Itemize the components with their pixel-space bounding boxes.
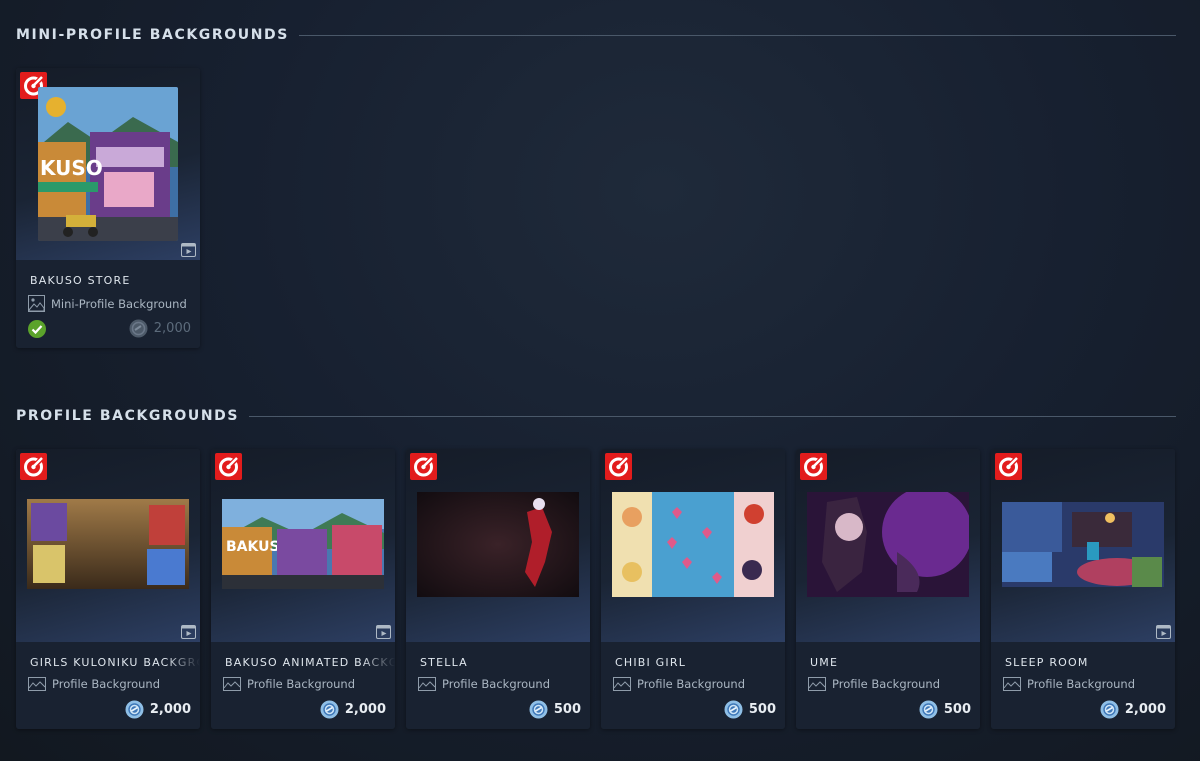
item-type-label: Profile Background <box>52 677 161 691</box>
landscape-type-icon <box>808 677 826 691</box>
steam-points-coin-icon <box>529 700 548 719</box>
section-divider <box>298 34 1176 36</box>
item-price: 500 <box>919 700 971 719</box>
item-info: GIRLS KULONIKU BACKGROUND Profile Backgro… <box>16 642 200 729</box>
item-card[interactable]: CHIBI GIRL Profile Background 500 <box>601 449 785 729</box>
item-price-value: 2,000 <box>149 702 191 717</box>
svg-text:KUSO: KUSO <box>40 156 103 180</box>
item-art <box>16 449 200 642</box>
item-type: Profile Background <box>808 677 940 691</box>
item-name: GIRLS KULONIKU BACKGROUND <box>30 656 200 669</box>
animated-video-icon <box>376 624 391 639</box>
item-art <box>796 449 980 642</box>
animated-video-icon <box>181 242 196 257</box>
item-price: 2,000 <box>125 700 191 719</box>
item-type-label: Mini-Profile Background <box>51 296 187 311</box>
animated-video-icon <box>181 624 196 639</box>
landscape-type-icon <box>223 677 241 691</box>
steam-points-coin-icon <box>724 700 743 719</box>
points-shop-badge-icon <box>410 453 437 480</box>
item-art: KUSO <box>16 68 200 260</box>
item-price: 2,000 <box>129 319 191 338</box>
image-type-icon <box>28 295 45 312</box>
item-price-value: 2,000 <box>344 702 386 717</box>
item-info: UME Profile Background 500 <box>796 642 980 729</box>
section-divider <box>249 415 1176 417</box>
item-card[interactable]: UME Profile Background 500 <box>796 449 980 729</box>
item-info: CHIBI GIRL Profile Background 500 <box>601 642 785 729</box>
item-card[interactable]: STELLA Profile Background 500 <box>406 449 590 729</box>
item-type-label: Profile Background <box>637 677 746 691</box>
section-title: MINI-PROFILE BACKGROUNDS <box>16 27 289 43</box>
landscape-type-icon <box>28 677 46 691</box>
item-thumbnail <box>807 492 969 597</box>
landscape-type-icon <box>1003 677 1021 691</box>
points-shop-badge-icon <box>800 453 827 480</box>
item-card[interactable]: SLEEP ROOM Profile Background 2,000 <box>991 449 1175 729</box>
landscape-type-icon <box>613 677 631 691</box>
item-name: BAKUSO STORE <box>30 274 131 287</box>
steam-points-coin-icon <box>320 700 339 719</box>
item-price: 500 <box>724 700 776 719</box>
item-name: BAKUSO ANIMATED BACKGROUND <box>225 656 395 669</box>
points-shop-badge-icon <box>605 453 632 480</box>
item-type: Profile Background <box>223 677 355 691</box>
item-type: Profile Background <box>28 677 160 691</box>
points-shop-badge-icon <box>215 453 242 480</box>
item-thumbnail <box>1002 502 1164 587</box>
item-art <box>601 449 785 642</box>
item-card[interactable]: BAKUSO BAKUSO ANIMATED BACKGROUND Profile … <box>211 449 395 729</box>
points-shop-badge-icon <box>995 453 1022 480</box>
item-thumbnail <box>612 492 774 597</box>
item-price: 500 <box>529 700 581 719</box>
item-thumbnail: KUSO <box>38 87 178 241</box>
item-price: 2,000 <box>1100 700 1166 719</box>
item-art: BAKUSO <box>211 449 395 642</box>
item-info: STELLA Profile Background 500 <box>406 642 590 729</box>
item-price-value: 500 <box>943 702 971 717</box>
item-price-value: 2,000 <box>1124 702 1166 717</box>
item-info: SLEEP ROOM Profile Background 2,000 <box>991 642 1175 729</box>
section-title: PROFILE BACKGROUNDS <box>16 408 240 424</box>
steam-points-coin-icon <box>125 700 144 719</box>
item-type: Profile Background <box>1003 677 1135 691</box>
item-info: BAKUSO ANIMATED BACKGROUND Profile Backgr… <box>211 642 395 729</box>
landscape-type-icon <box>418 677 436 691</box>
item-type-label: Profile Background <box>1027 677 1136 691</box>
points-shop-badge-icon <box>20 453 47 480</box>
item-thumbnail: BAKUSO <box>222 499 384 589</box>
item-price-value: 500 <box>748 702 776 717</box>
item-name: CHIBI GIRL <box>615 656 687 669</box>
item-type: Profile Background <box>613 677 745 691</box>
item-type: Profile Background <box>418 677 550 691</box>
steam-points-coin-icon <box>129 319 148 338</box>
item-name: STELLA <box>420 656 468 669</box>
item-card[interactable]: GIRLS KULONIKU BACKGROUND Profile Backgro… <box>16 449 200 729</box>
item-price: 2,000 <box>320 700 386 719</box>
steam-points-coin-icon <box>1100 700 1119 719</box>
item-art <box>991 449 1175 642</box>
item-thumbnail <box>27 499 189 589</box>
animated-video-icon <box>1156 624 1171 639</box>
item-type-label: Profile Background <box>832 677 941 691</box>
item-card-bakuso-store[interactable]: KUSO BAKUSO STORE Mini-Profile Backgroun… <box>16 68 200 348</box>
steam-points-coin-icon <box>919 700 938 719</box>
item-price-value: 2,000 <box>153 321 191 336</box>
item-name: SLEEP ROOM <box>1005 656 1089 669</box>
item-type-label: Profile Background <box>247 677 356 691</box>
section-header-mini-profile: MINI-PROFILE BACKGROUNDS <box>16 27 1176 43</box>
item-art <box>406 449 590 642</box>
item-name: UME <box>810 656 839 669</box>
item-thumbnail <box>417 492 579 597</box>
item-type-label: Profile Background <box>442 677 551 691</box>
item-price-value: 500 <box>553 702 581 717</box>
owned-check-icon <box>28 320 46 338</box>
item-info: BAKUSO STORE Mini-Profile Background 2,0… <box>16 260 200 348</box>
item-type: Mini-Profile Background <box>28 295 187 312</box>
section-header-profile: PROFILE BACKGROUNDS <box>16 408 1176 424</box>
